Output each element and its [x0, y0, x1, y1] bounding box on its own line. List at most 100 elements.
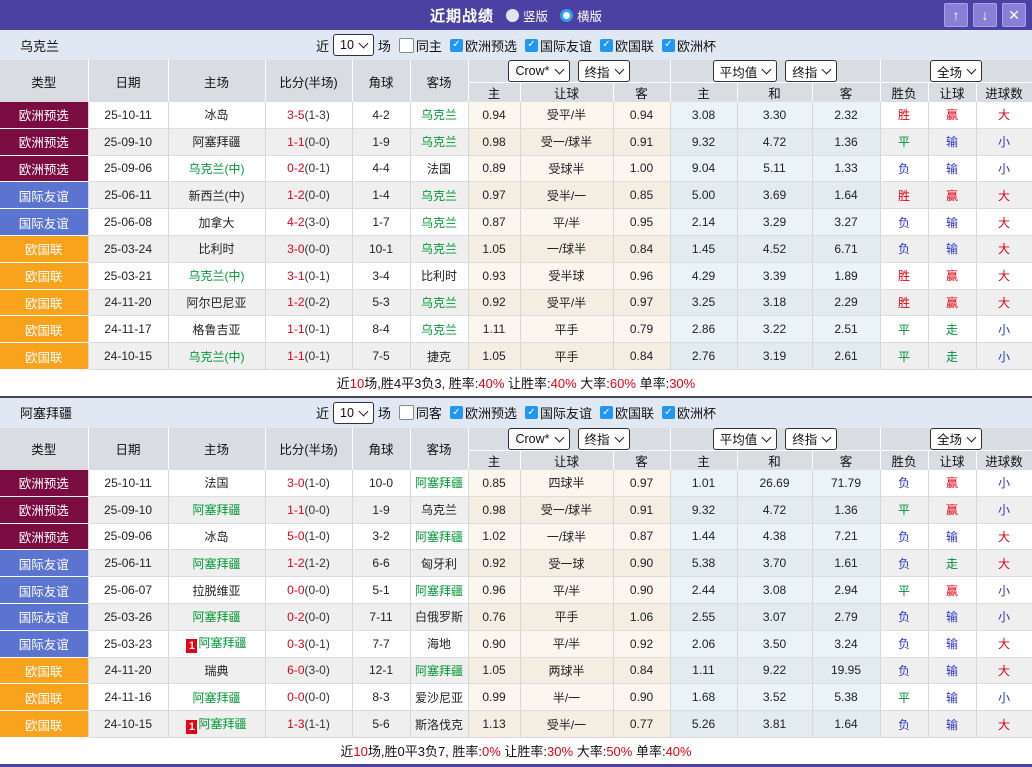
home-team: 1阿塞拜疆 [168, 630, 265, 657]
period-select[interactable]: 全场 [930, 60, 982, 82]
away-team: 捷克 [410, 343, 468, 370]
avg-draw-odds: 3.07 [737, 603, 812, 630]
close-icon: ✕ [1008, 8, 1020, 22]
halftime-score: (0-1) [305, 349, 330, 363]
league-filter-friendly[interactable]: ✓国际友谊 [525, 403, 592, 422]
corner-count: 1-9 [352, 496, 410, 523]
summary-stat-value: 0% [482, 744, 501, 759]
handicap-home-odds: 1.05 [468, 235, 520, 262]
avg-home-odds: 5.26 [670, 711, 737, 738]
result-goals: 大 [976, 102, 1032, 128]
away-team-name: 阿塞拜疆 [415, 584, 463, 598]
fulltime-score: 0-3 [287, 637, 304, 651]
match-date: 25-10-11 [88, 102, 168, 128]
same-venue-label: 同主 [416, 36, 442, 55]
table-row: 国际友谊25-06-07拉脱维亚0-0(0-0)5-1阿塞拜疆0.96平/半0.… [0, 577, 1032, 604]
average-time-select[interactable]: 终指 [785, 428, 837, 450]
league-filter-nations-league[interactable]: ✓欧国联 [600, 403, 654, 422]
col-home: 主场 [168, 60, 265, 102]
away-team-name: 匈牙利 [421, 557, 457, 571]
match-count-select[interactable]: 10 [333, 402, 374, 424]
odds-time-select[interactable]: 终指 [578, 60, 630, 82]
subcol-avg-home: 主 [670, 450, 737, 470]
league-type-badge: 欧洲预选 [0, 128, 88, 155]
odds-time-select[interactable]: 终指 [578, 428, 630, 450]
summary-stat-value: 30% [669, 376, 695, 391]
chevron-down-icon [967, 65, 977, 75]
same-venue-checkbox[interactable]: 同主 [399, 36, 442, 55]
handicap-line: 平手 [520, 603, 613, 630]
bookmaker-select[interactable]: Crow* [508, 60, 569, 82]
match-count-select[interactable]: 10 [333, 34, 374, 56]
result-handicap: 输 [928, 523, 976, 550]
result-winloss: 胜 [880, 262, 928, 289]
average-select[interactable]: 平均值 [713, 60, 778, 82]
league-filter-euro-qualifier[interactable]: ✓欧洲预选 [450, 36, 517, 55]
handicap-home-odds: 0.76 [468, 603, 520, 630]
checkbox-checked-icon: ✓ [662, 406, 675, 419]
close-button[interactable]: ✕ [1002, 3, 1026, 27]
home-team: 加拿大 [168, 209, 265, 236]
league-label: 欧洲预选 [465, 403, 517, 422]
match-score: 1-1(0-0) [265, 496, 352, 523]
handicap-away-odds: 0.96 [613, 262, 670, 289]
average-time-select[interactable]: 终指 [785, 60, 837, 82]
halftime-score: (0-2) [305, 295, 330, 309]
match-score: 0-0(0-0) [265, 577, 352, 604]
avg-away-odds: 5.38 [812, 684, 880, 711]
away-team-name: 乌克兰 [421, 108, 457, 122]
avg-away-odds: 2.94 [812, 577, 880, 604]
chevron-down-icon [614, 65, 624, 75]
move-up-button[interactable]: ↑ [944, 3, 968, 27]
home-team-name: 阿塞拜疆 [198, 636, 246, 650]
layout-vertical-radio[interactable]: 竖版 [506, 6, 548, 25]
corner-count: 5-1 [352, 577, 410, 604]
match-date: 24-11-16 [88, 684, 168, 711]
col-corner: 角球 [352, 428, 410, 470]
league-filter-nations-league[interactable]: ✓欧国联 [600, 36, 654, 55]
league-filter-euro-cup[interactable]: ✓欧洲杯 [662, 403, 716, 422]
avg-home-odds: 1.11 [670, 657, 737, 684]
result-handicap: 输 [928, 603, 976, 630]
col-score: 比分(半场) [265, 60, 352, 102]
handicap-home-odds: 0.90 [468, 630, 520, 657]
period-select[interactable]: 全场 [930, 428, 982, 450]
league-label: 欧国联 [615, 36, 654, 55]
league-filter-euro-qualifier[interactable]: ✓欧洲预选 [450, 403, 517, 422]
fulltime-group-header: 全场 [880, 60, 1032, 83]
checkbox-checked-icon: ✓ [600, 406, 613, 419]
avg-home-odds: 4.29 [670, 262, 737, 289]
average-select[interactable]: 平均值 [713, 428, 778, 450]
chevron-down-icon [358, 407, 368, 417]
summary-stat-value: 40% [551, 376, 577, 391]
col-away: 客场 [410, 60, 468, 102]
handicap-home-odds: 0.97 [468, 182, 520, 209]
table-row: 欧洲预选25-09-10阿塞拜疆1-1(0-0)1-9乌克兰0.98受一/球半0… [0, 128, 1032, 155]
league-type-badge: 欧国联 [0, 316, 88, 343]
avg-home-odds: 2.44 [670, 577, 737, 604]
chevron-down-icon [822, 65, 832, 75]
match-score: 3-0(0-0) [265, 235, 352, 262]
fulltime-score: 0-2 [287, 161, 304, 175]
summary-text-part: 近 [337, 376, 350, 391]
home-team: 阿塞拜疆 [168, 550, 265, 577]
move-down-button[interactable]: ↓ [973, 3, 997, 27]
corner-count: 8-4 [352, 316, 410, 343]
layout-horizontal-radio[interactable]: 横版 [560, 6, 602, 25]
league-filter-euro-cup[interactable]: ✓欧洲杯 [662, 36, 716, 55]
away-team: 乌克兰 [410, 128, 468, 155]
fulltime-score: 1-3 [287, 717, 304, 731]
same-venue-checkbox[interactable]: 同客 [399, 403, 442, 422]
handicap-away-odds: 0.91 [613, 496, 670, 523]
result-winloss: 胜 [880, 102, 928, 128]
halftime-score: (0-1) [305, 161, 330, 175]
league-filter-friendly[interactable]: ✓国际友谊 [525, 36, 592, 55]
avg-away-odds: 2.32 [812, 102, 880, 128]
avg-draw-odds: 9.22 [737, 657, 812, 684]
bookmaker-select[interactable]: Crow* [508, 428, 569, 450]
match-date: 25-06-11 [88, 550, 168, 577]
avg-draw-odds: 3.19 [737, 343, 812, 370]
result-winloss: 胜 [880, 289, 928, 316]
fulltime-score: 3-0 [287, 242, 304, 256]
home-team-name: 瑞典 [204, 664, 228, 678]
